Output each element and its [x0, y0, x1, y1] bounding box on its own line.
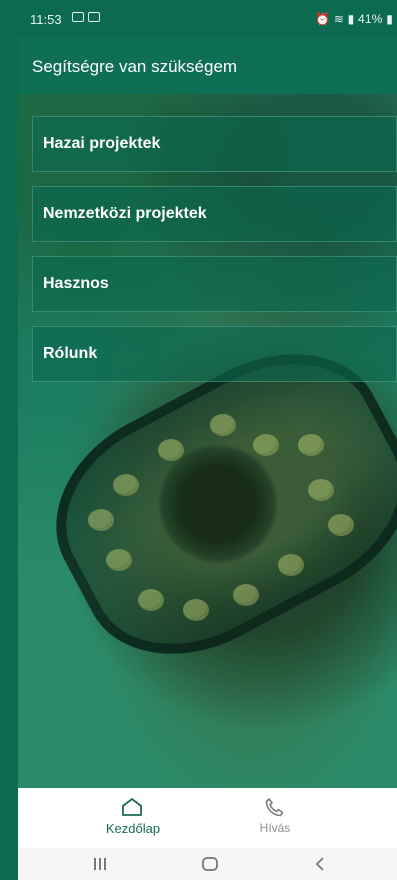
app-screen: 11:53 ⏰ ≋ ▮ 41% ▮ Segítségre van szükség…	[18, 0, 397, 880]
home-icon	[122, 797, 142, 816]
menu-item-hasznos[interactable]: Hasznos	[32, 256, 397, 312]
nav-item-hivas[interactable]: Hívás	[205, 788, 345, 848]
page-title: Segítségre van szükségem	[32, 57, 238, 76]
alarm-icon: ⏰	[315, 12, 331, 26]
wifi-icon: ≋	[333, 12, 345, 26]
phone-icon	[265, 798, 284, 817]
dumpling-shape	[113, 474, 139, 496]
dumpling-shape	[233, 584, 259, 606]
dumpling-shape	[278, 554, 304, 576]
dumpling-shape	[210, 414, 236, 436]
dumpling-shape	[138, 589, 164, 611]
status-time: 11:53	[30, 12, 62, 27]
bottom-navigation: Kezdőlap Hívás	[18, 788, 397, 848]
menu-item-nemzetkozi-projektek[interactable]: Nemzetközi projektek	[32, 186, 397, 242]
menu-item-label: Rólunk	[43, 345, 98, 362]
nav-item-label: Kezdőlap	[105, 821, 161, 836]
back-icon[interactable]	[300, 856, 340, 872]
menu-item-hazai-projektek[interactable]: Hazai projektek	[32, 116, 397, 172]
dumpling-shape	[328, 514, 354, 536]
dumpling-shape	[88, 509, 114, 531]
system-navigation-bar	[18, 848, 397, 880]
menu-item-rolunk[interactable]: Rólunk	[32, 326, 397, 382]
dumpling-shape	[158, 439, 184, 461]
dumpling-shape	[298, 434, 324, 456]
notification-icon	[72, 12, 84, 22]
nav-item-label: Hívás	[259, 821, 291, 835]
battery-percent: 41%	[358, 12, 383, 26]
status-bar: 11:53 ⏰ ≋ ▮ 41% ▮	[18, 0, 397, 38]
battery-icon: ▮	[386, 12, 393, 26]
nav-item-kezdolap[interactable]: Kezdőlap	[63, 788, 203, 848]
dumpling-shape	[253, 434, 279, 456]
dumpling-shape	[308, 479, 334, 501]
menu-item-label: Hasznos	[43, 275, 109, 292]
dumpling-shape	[183, 599, 209, 621]
home-system-icon[interactable]	[190, 856, 230, 872]
top-app-bar: Segítségre van szükségem	[18, 38, 397, 94]
signal-icon: ▮	[347, 12, 355, 26]
recent-apps-icon[interactable]	[80, 856, 120, 872]
menu-item-label: Hazai projektek	[43, 135, 161, 152]
menu-item-label: Nemzetközi projektek	[43, 205, 207, 222]
herb-topping-shape	[158, 444, 278, 564]
dumpling-shape	[106, 549, 132, 571]
image-icon	[88, 12, 100, 22]
status-indicators: ⏰ ≋ ▮ 41% ▮	[315, 12, 393, 26]
